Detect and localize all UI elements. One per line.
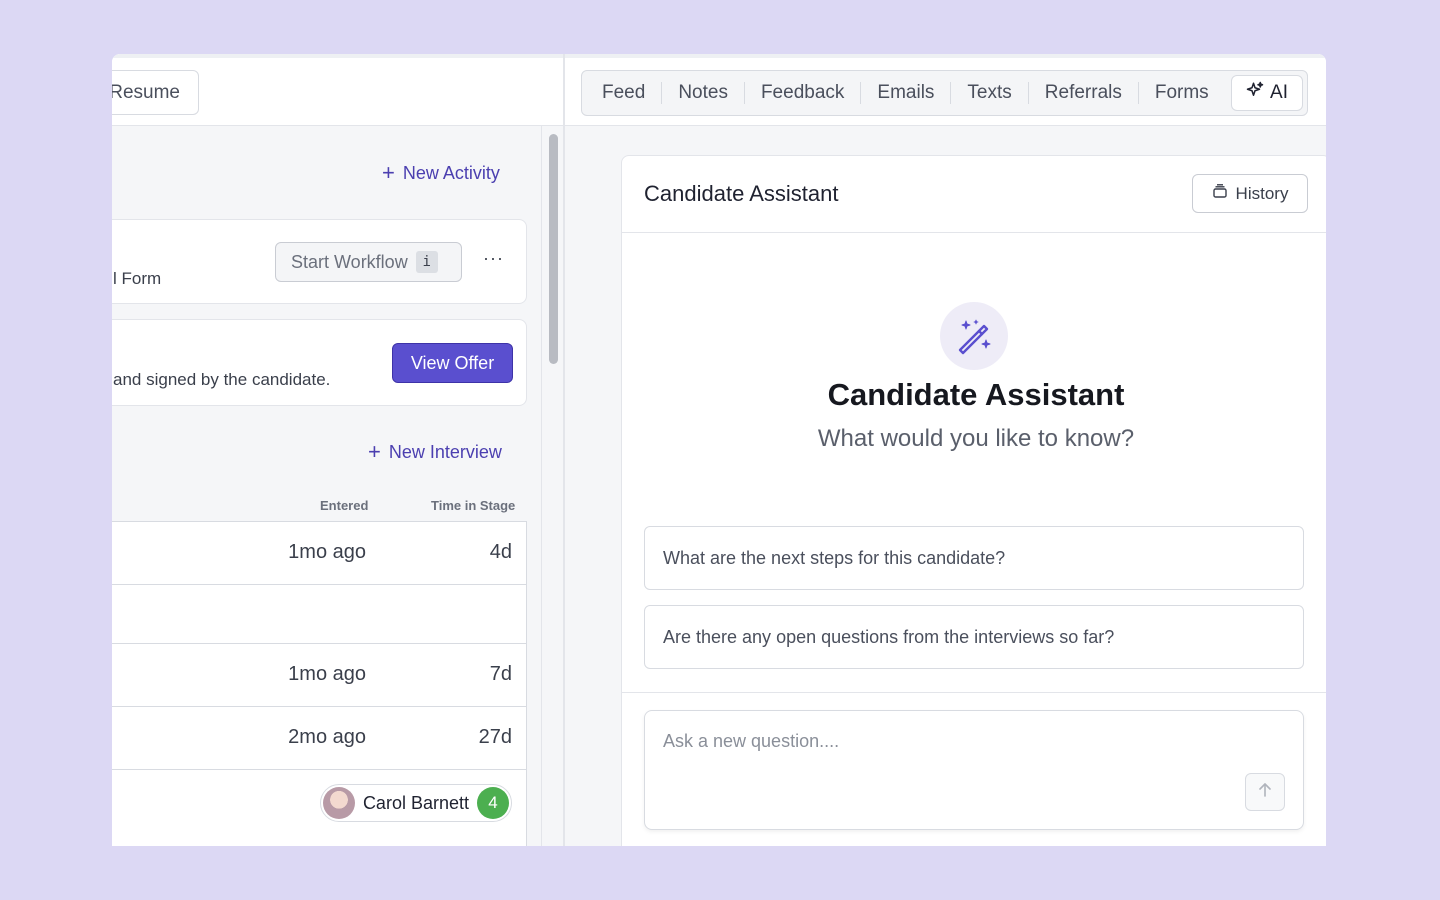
tab-emails[interactable]: Emails — [861, 82, 952, 104]
table-row[interactable]: 2mo ago 27d — [112, 707, 526, 770]
ask-question-input[interactable] — [663, 731, 1223, 752]
offer-card-text: and signed by the candidate. — [113, 370, 331, 389]
arrow-up-icon — [1257, 782, 1273, 803]
start-workflow-button[interactable]: Start Workflow i — [275, 242, 462, 282]
left-panel: Resume + New Activity l Form Start Workf… — [112, 54, 563, 846]
scroll-thumb[interactable] — [549, 134, 558, 364]
left-toolbar: Resume — [112, 54, 563, 126]
column-header-time-in-stage: Time in Stage — [431, 498, 516, 513]
ai-tab-label: AI — [1270, 82, 1288, 103]
resume-tab-button[interactable]: Resume — [112, 70, 199, 115]
magic-wand-icon — [940, 302, 1008, 370]
entered-cell: 1mo ago — [288, 663, 366, 685]
tab-forms[interactable]: Forms — [1139, 82, 1225, 104]
offer-card: and signed by the candidate. View Offer — [112, 319, 527, 406]
plus-icon: + — [368, 439, 381, 464]
view-offer-button[interactable]: View Offer — [392, 343, 513, 383]
table-row: Carol Barnett 4 — [112, 770, 526, 846]
new-activity-label: New Activity — [402, 162, 500, 183]
resume-label: Resume — [112, 81, 180, 103]
column-header-entered: Entered — [320, 498, 369, 513]
workflow-card-text: l Form — [113, 269, 162, 288]
history-label: History — [1235, 183, 1289, 203]
ask-question-box — [644, 710, 1304, 830]
view-offer-label: View Offer — [410, 352, 495, 373]
tab-referrals[interactable]: Referrals — [1029, 82, 1139, 104]
activity-tabs: Feed Notes Feedback Emails Texts Referra… — [581, 70, 1308, 116]
suggested-question-text: What are the next steps for this candida… — [663, 547, 1006, 568]
time-in-stage-cell: 4d — [489, 541, 512, 563]
table-row[interactable] — [112, 585, 526, 644]
start-workflow-label: Start Workflow — [291, 251, 408, 272]
new-activity-link[interactable]: + New Activity — [382, 162, 500, 184]
table-row[interactable]: 1mo ago 7d — [112, 644, 526, 707]
right-toolbar: Feed Notes Feedback Emails Texts Referra… — [565, 54, 1326, 126]
left-scrollbar[interactable] — [541, 126, 563, 846]
interviewer-chip[interactable]: Carol Barnett 4 — [319, 784, 512, 822]
tab-notes[interactable]: Notes — [662, 82, 745, 104]
app-window: Resume + New Activity l Form Start Workf… — [112, 54, 1326, 846]
assistant-header: Candidate Assistant History — [622, 156, 1326, 233]
plus-icon: + — [382, 160, 395, 185]
entered-cell: 1mo ago — [288, 541, 366, 563]
tab-feedback[interactable]: Feedback — [745, 82, 862, 104]
assistant-title: Candidate Assistant — [644, 181, 839, 206]
tab-texts[interactable]: Texts — [951, 82, 1029, 104]
divider — [622, 692, 1326, 693]
history-button[interactable]: History — [1192, 174, 1308, 213]
tab-ai[interactable]: AI — [1231, 75, 1303, 111]
more-options-icon[interactable]: ··· — [483, 248, 504, 269]
new-interview-link[interactable]: + New Interview — [368, 441, 502, 463]
assistant-hero-subtitle: What would you like to know? — [817, 425, 1135, 452]
tab-feed[interactable]: Feed — [586, 82, 663, 104]
right-panel: Feed Notes Feedback Emails Texts Referra… — [565, 54, 1326, 846]
sparkle-icon — [1246, 81, 1264, 105]
suggested-question[interactable]: What are the next steps for this candida… — [644, 526, 1304, 590]
history-icon — [1212, 183, 1228, 204]
suggested-question[interactable]: Are there any open questions from the in… — [644, 605, 1304, 669]
entered-cell: 2mo ago — [288, 726, 366, 748]
assistant-hero-title: Candidate Assistant — [827, 377, 1125, 412]
table-row[interactable]: 1mo ago 4d — [112, 522, 526, 585]
count-badge: 4 — [477, 787, 509, 819]
stages-table: 1mo ago 4d 1mo ago 7d 2mo ago 27d Carol … — [112, 521, 527, 846]
new-interview-label: New Interview — [388, 441, 502, 462]
suggested-question-text: Are there any open questions from the in… — [663, 626, 1115, 647]
info-icon[interactable]: i — [415, 251, 438, 273]
avatar — [322, 787, 355, 819]
send-button[interactable] — [1245, 773, 1285, 811]
interviewer-name: Carol Barnett — [362, 792, 469, 813]
time-in-stage-cell: 7d — [489, 663, 512, 685]
candidate-assistant-panel: Candidate Assistant History Candidate As… — [621, 155, 1326, 846]
workflow-card: l Form Start Workflow i ··· — [112, 219, 527, 304]
time-in-stage-cell: 27d — [478, 726, 512, 748]
